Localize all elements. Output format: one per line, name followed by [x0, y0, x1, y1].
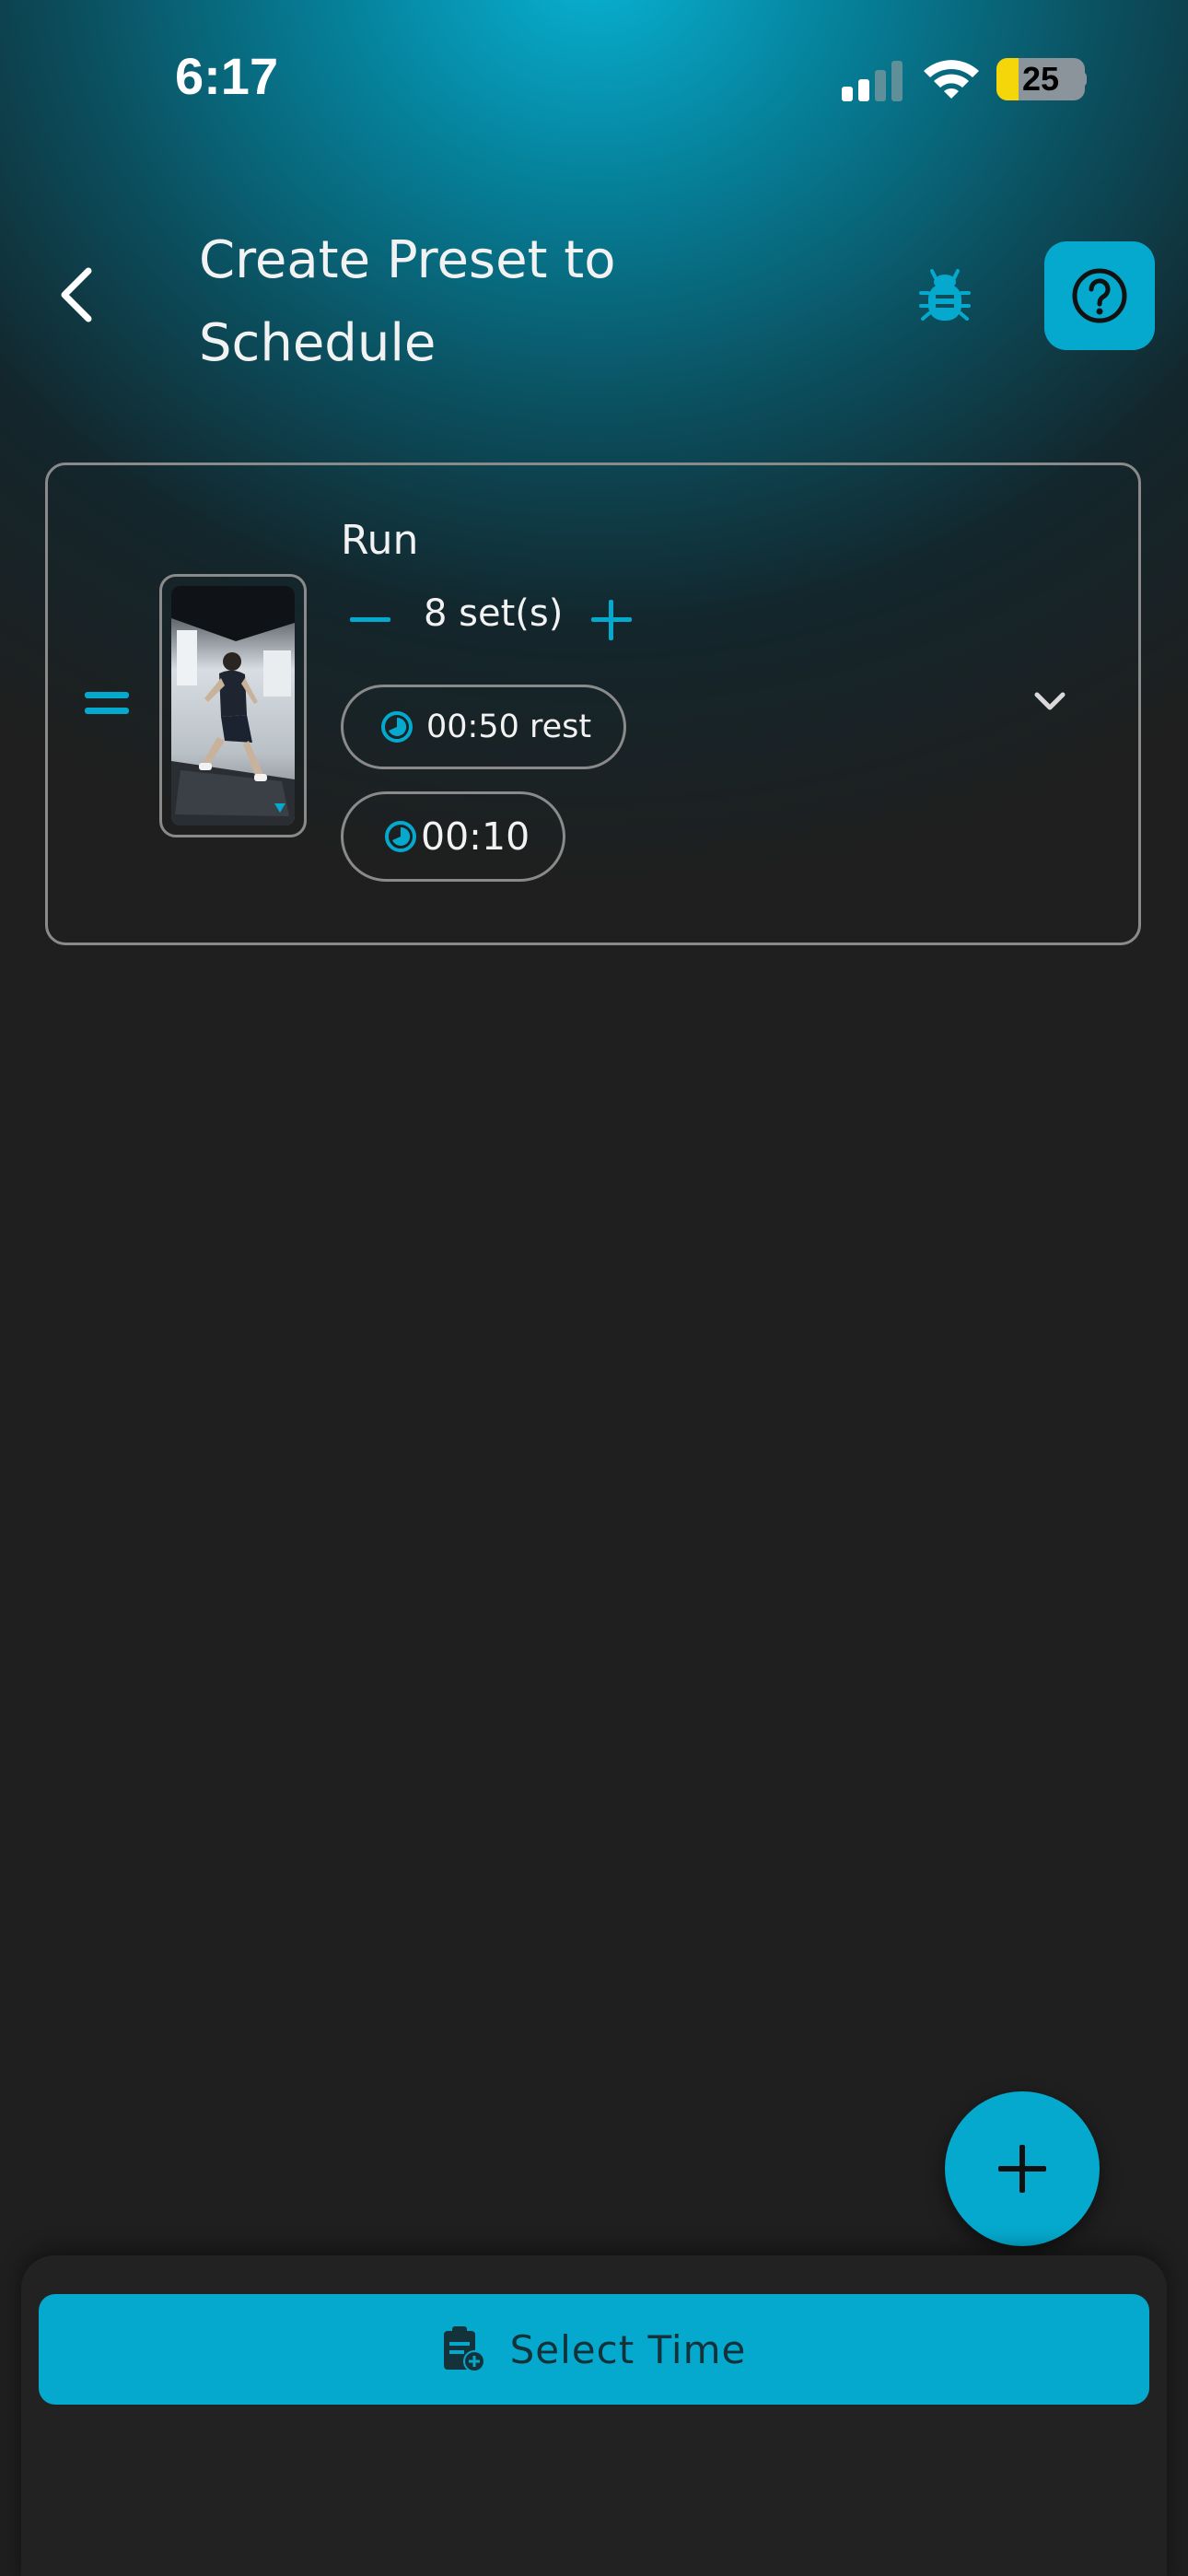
help-button[interactable]: [1044, 241, 1155, 350]
timer-icon: [381, 711, 413, 743]
screen: 6:17 25 Create Preset to Schedule Run 8 …: [0, 0, 1188, 2576]
exercise-thumbnail[interactable]: [159, 574, 307, 837]
battery-indicator: 25: [996, 58, 1085, 100]
rest-time-pill[interactable]: 00:50 rest: [341, 685, 626, 769]
exercise-name: Run: [341, 517, 419, 564]
cellular-signal-icon: [842, 61, 903, 101]
chevron-down-icon[interactable]: [1030, 681, 1070, 721]
increase-sets-button[interactable]: [589, 598, 634, 642]
treadmill-runner-image: [171, 586, 295, 825]
question-circle-icon: [1072, 268, 1127, 323]
select-time-label: Select Time: [509, 2326, 747, 2372]
back-button[interactable]: [44, 258, 118, 332]
sets-count: 8 set(s): [424, 592, 564, 635]
chevron-left-icon: [61, 267, 92, 322]
battery-tip: [1079, 72, 1087, 87]
duration-pill[interactable]: 00:10: [341, 791, 565, 882]
duration-label: 00:10: [421, 814, 530, 859]
page-title: Create Preset to Schedule: [199, 230, 616, 373]
drag-handle-icon[interactable]: [85, 690, 129, 716]
select-time-button[interactable]: Select Time: [39, 2294, 1149, 2405]
wifi-icon: [924, 60, 979, 99]
battery-percent: 25: [1021, 60, 1060, 98]
plus-icon: [998, 2145, 1046, 2193]
clipboard-add-icon: [443, 2326, 485, 2372]
exercise-card[interactable]: Run 8 set(s) 00:50 rest 00:10: [45, 463, 1141, 945]
rest-time-label: 00:50 rest: [426, 708, 592, 745]
decrease-sets-button[interactable]: [348, 598, 392, 642]
timer-icon: [385, 821, 416, 852]
bug-icon[interactable]: [917, 265, 973, 324]
add-exercise-button[interactable]: [945, 2091, 1100, 2246]
status-time: 6:17: [175, 47, 279, 105]
